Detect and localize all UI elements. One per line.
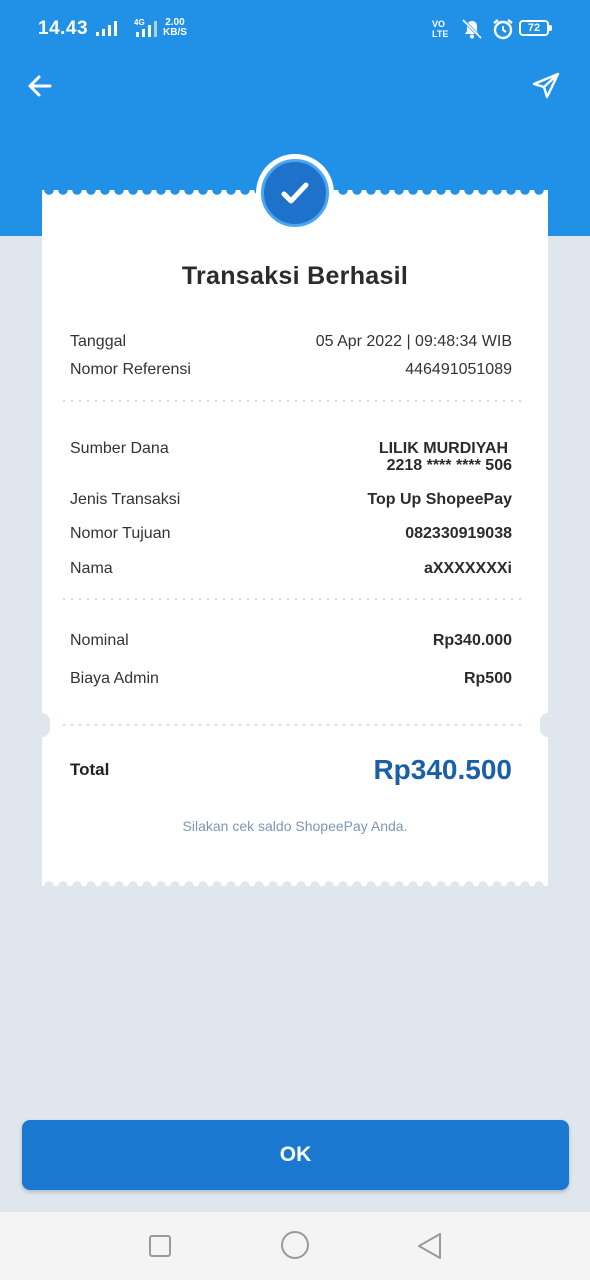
send-icon[interactable] (530, 70, 562, 102)
volte-indicator: VO LTE (432, 19, 448, 39)
sumber-name: LILIK MURDIYAH (378, 440, 508, 457)
page-title: Transaksi Berhasil (181, 262, 409, 290)
sumber-label: Sumber Dana (70, 440, 169, 457)
success-badge (256, 154, 334, 232)
status-bar: 14.43 4G 2.00 KB/S VO LTE 72 (0, 0, 590, 60)
signal-4g-icon: 4G (134, 18, 157, 37)
status-time: 14.43 (38, 18, 89, 39)
total-label: Total (70, 760, 110, 779)
jenis-label: Jenis Transaksi (70, 491, 181, 508)
battery-level: 72 (527, 22, 541, 34)
nominal-label: Nominal (70, 632, 129, 649)
network-label: 4G (134, 18, 145, 27)
nama-value: aXXXXXXXi (423, 560, 512, 577)
balance-note: Silakan cek saldo ShopeePay Anda. (182, 818, 408, 834)
nama-label: Nama (70, 560, 113, 577)
volte-line1: VO (432, 19, 446, 29)
tanggal-value: 05 Apr 2022 | 09:48:34 WIB (315, 333, 512, 350)
home-icon[interactable] (281, 1231, 309, 1259)
nominal-value: Rp340.000 (432, 632, 512, 649)
checkmark-icon (281, 182, 309, 204)
alarm-icon (493, 19, 513, 40)
tujuan-label: Nomor Tujuan (70, 525, 171, 542)
sumber-value: LILIK MURDIYAH 2218 **** **** 506 (379, 440, 512, 474)
divider (60, 724, 526, 726)
ref-value: 446491051089 (405, 361, 512, 378)
network-speed: 2.00 KB/S (163, 18, 187, 38)
ok-button[interactable]: OK (22, 1120, 569, 1190)
divider (60, 400, 526, 402)
battery-icon: 72 (519, 20, 552, 36)
mute-bell-icon (461, 18, 483, 40)
speed-unit: KB/S (163, 27, 187, 38)
volte-line2: LTE (432, 29, 449, 39)
sumber-account: 2218 **** **** 506 (386, 457, 512, 474)
receipt-bottom-edge (42, 874, 548, 886)
back-arrow-icon[interactable] (24, 70, 56, 102)
admin-value: Rp500 (463, 670, 512, 687)
admin-label: Biaya Admin (70, 670, 159, 687)
receipt-notch-left (34, 713, 50, 737)
total-value: Rp340.500 (373, 754, 512, 785)
ref-label: Nomor Referensi (70, 361, 191, 378)
recent-apps-icon[interactable] (149, 1235, 171, 1257)
receipt-notch-right (540, 713, 556, 737)
tanggal-label: Tanggal (70, 333, 127, 350)
jenis-value: Top Up ShopeePay (367, 491, 512, 508)
nav-back-icon[interactable] (416, 1231, 444, 1261)
divider (60, 598, 526, 600)
tujuan-value: 082330919038 (405, 525, 512, 542)
signal-icon (96, 21, 117, 36)
